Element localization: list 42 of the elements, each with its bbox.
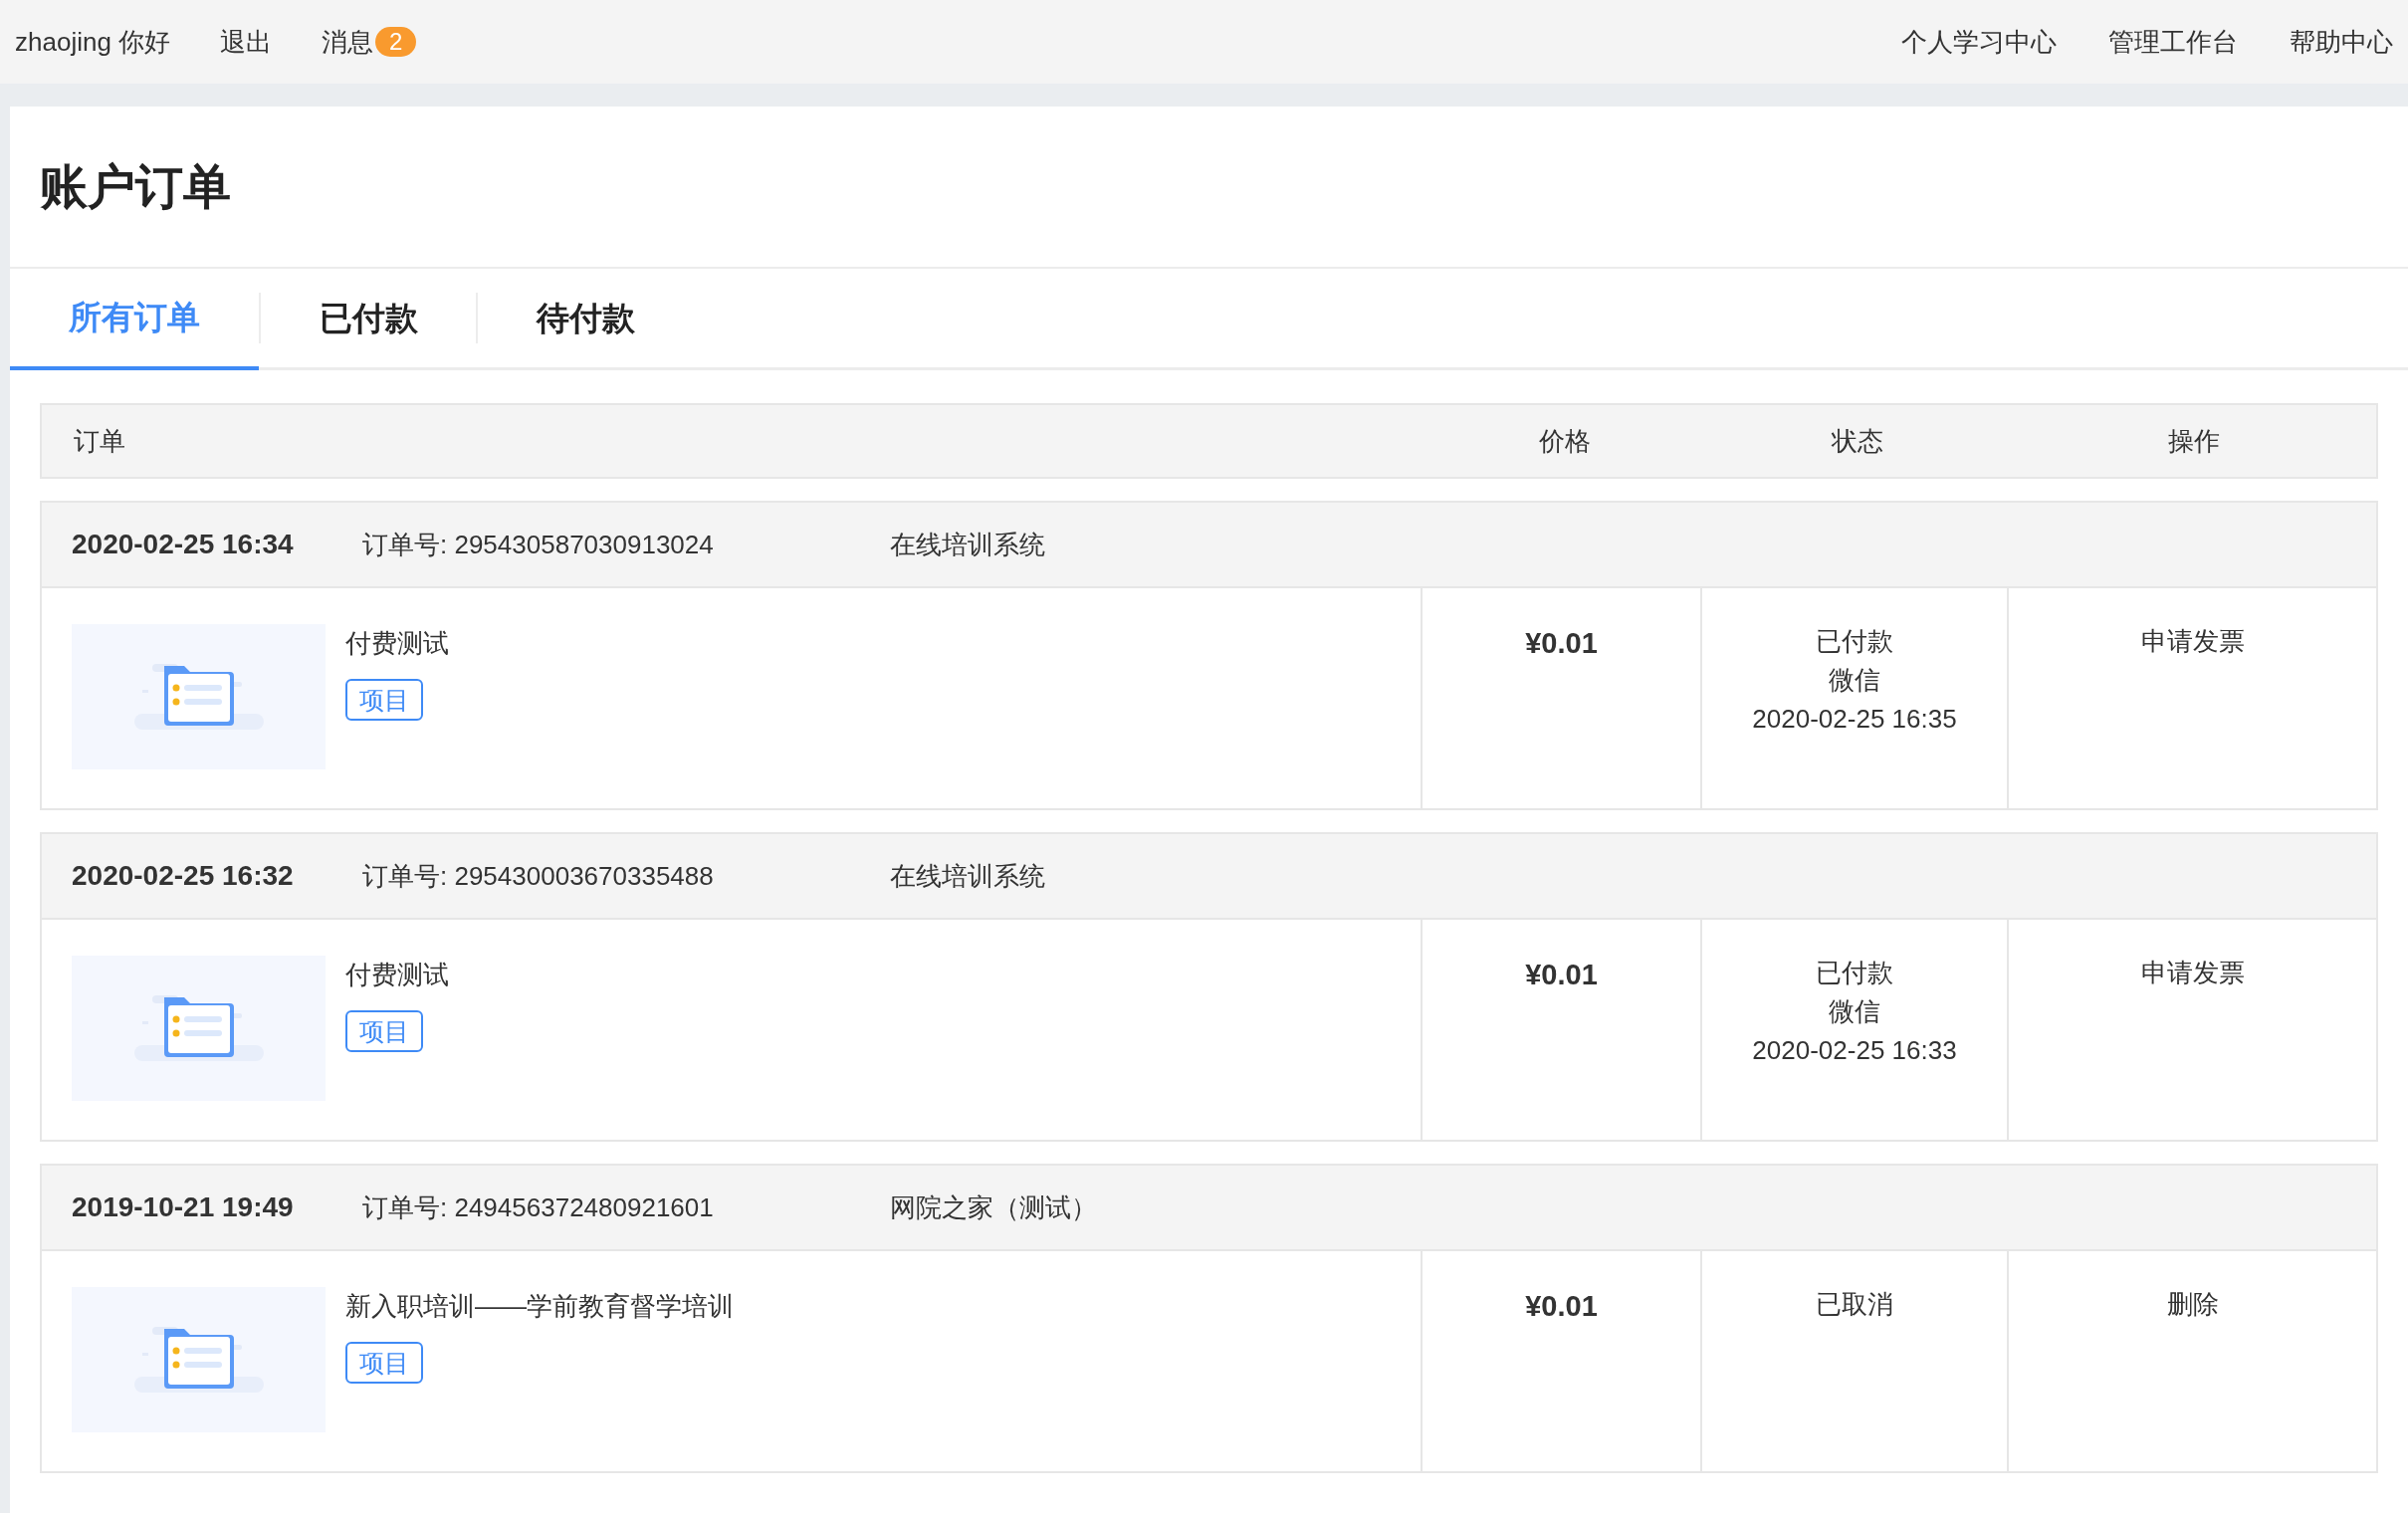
status-text: 微信 xyxy=(1829,664,1880,697)
page-title: 账户订单 xyxy=(40,158,231,215)
status-text: 已付款 xyxy=(1816,957,1893,989)
type-tag: 项目 xyxy=(345,1342,423,1384)
column-header: 操作 xyxy=(2166,424,2221,458)
product-name: 付费测试 xyxy=(345,627,449,660)
messages-link[interactable]: 消息 2 xyxy=(322,22,417,62)
nav-link[interactable]: 个人学习中心 xyxy=(1901,22,2057,62)
order-number: 订单号: 249456372480921601 xyxy=(362,1190,715,1224)
status-text: 已取消 xyxy=(1816,1288,1893,1321)
order-time: 2020-02-25 16:34 xyxy=(72,528,295,561)
column-header: 状态 xyxy=(1830,424,1884,458)
tab[interactable]: 待付款 xyxy=(478,269,693,367)
order-number: 订单号: 295430587030913024 xyxy=(362,528,715,561)
order-number: 订单号: 295430003670335488 xyxy=(362,859,715,893)
status-text: 已付款 xyxy=(1816,625,1893,658)
status-text: 微信 xyxy=(1829,995,1880,1028)
product-name: 新入职培训——学前教育督学培训 xyxy=(345,1290,734,1323)
order-time: 2020-02-25 16:32 xyxy=(72,859,295,893)
order-action-link[interactable]: 申请发票 xyxy=(2140,954,2245,992)
tab[interactable]: 已付款 xyxy=(261,269,476,367)
column-header: 价格 xyxy=(1537,424,1592,458)
order-time: 2019-10-21 19:49 xyxy=(72,1190,295,1224)
order-price: ¥0.01 xyxy=(1525,958,1598,992)
order-price: ¥0.01 xyxy=(1525,1289,1598,1324)
order-action-link[interactable]: 申请发票 xyxy=(2140,622,2245,661)
order-source: 在线培训系统 xyxy=(890,528,1045,561)
status-text: 2020-02-25 16:35 xyxy=(1752,703,1957,736)
logout-link[interactable]: 退出 xyxy=(220,22,273,62)
nav-link[interactable]: 管理工作台 xyxy=(2108,22,2238,62)
order-price: ¥0.01 xyxy=(1525,626,1598,661)
order-action-link[interactable]: 删除 xyxy=(2166,1285,2219,1324)
message-count-badge: 2 xyxy=(375,27,417,57)
order-source: 在线培训系统 xyxy=(890,859,1045,893)
status-text: 2020-02-25 16:33 xyxy=(1752,1034,1957,1067)
type-tag: 项目 xyxy=(345,1010,423,1052)
column-header: 订单 xyxy=(73,424,126,458)
nav-link[interactable]: 帮助中心 xyxy=(2290,22,2393,62)
type-tag: 项目 xyxy=(345,679,423,721)
user-greeting: zhaojing 你好 xyxy=(15,25,171,59)
product-name: 付费测试 xyxy=(345,959,449,991)
order-source: 网院之家（测试） xyxy=(890,1190,1097,1224)
